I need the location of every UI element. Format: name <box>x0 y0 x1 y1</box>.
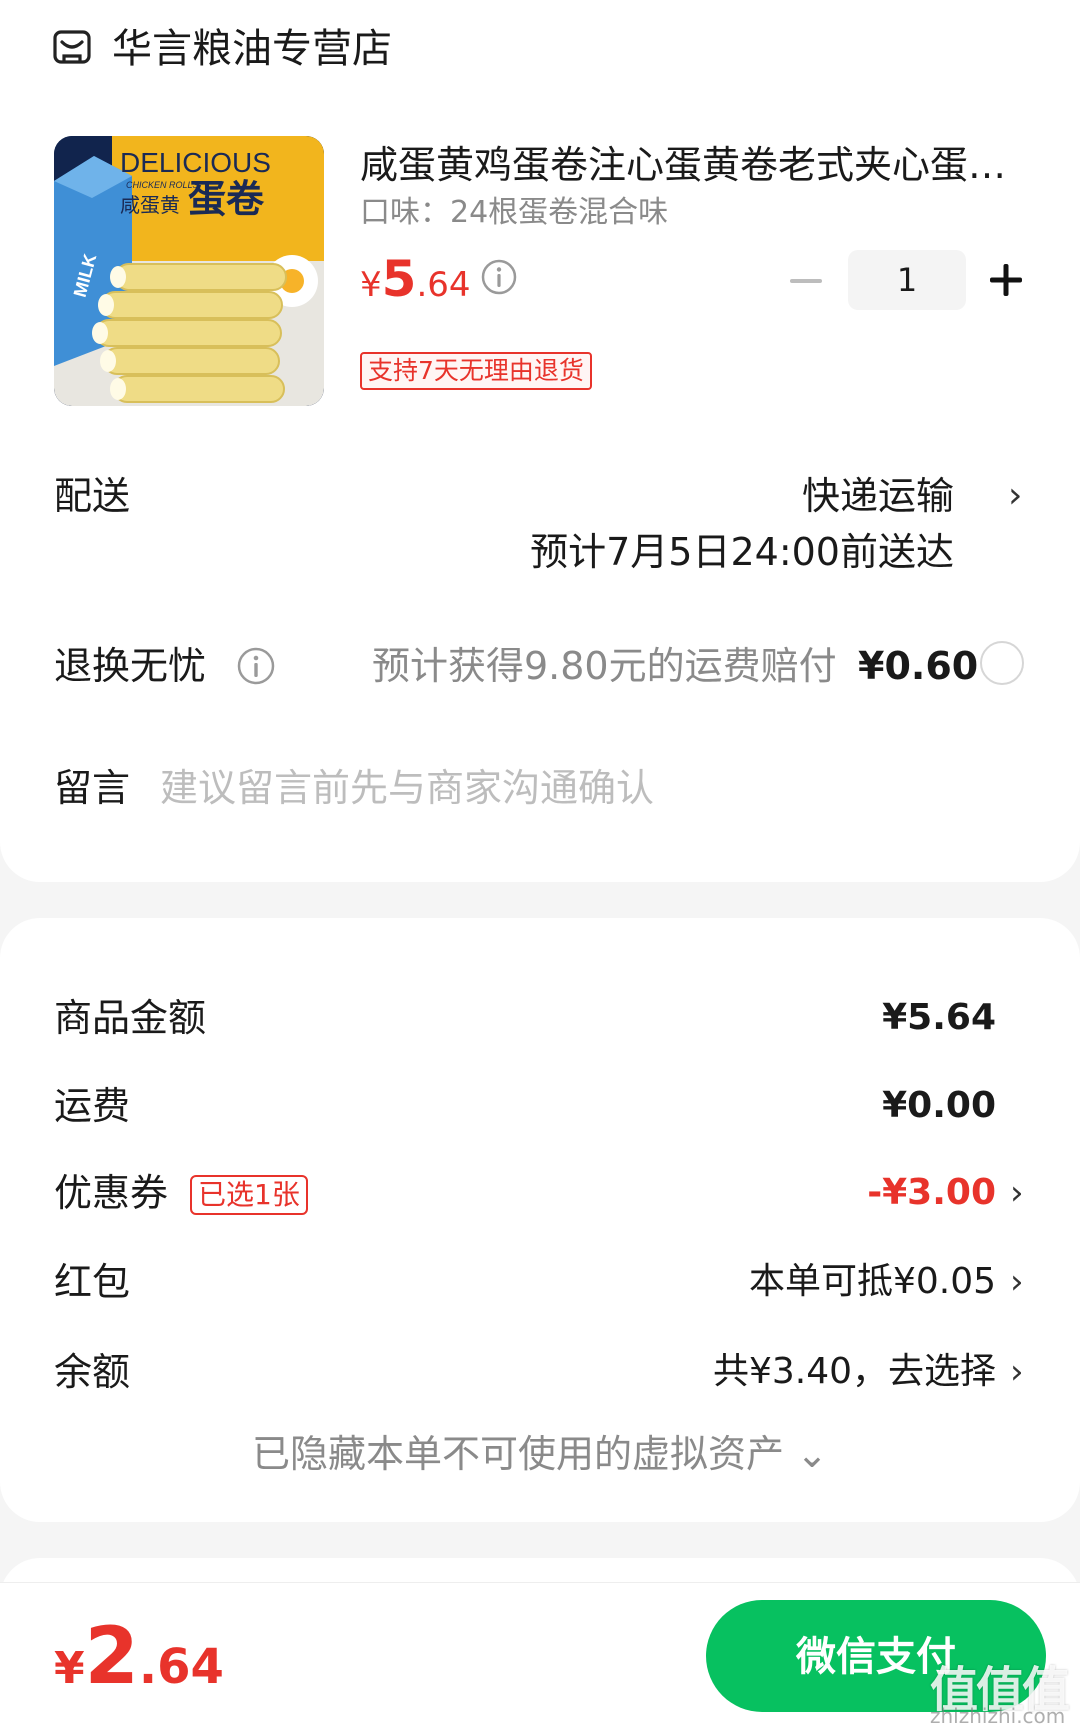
goods-amount-value: ¥5.64 <box>882 997 996 1038</box>
image-brand-text: DELICIOUS <box>120 147 271 178</box>
return-info-icon[interactable] <box>236 646 276 686</box>
balance-label[interactable]: 余额 <box>54 1346 130 1398</box>
price-int: 5 <box>381 250 417 308</box>
total-dec: .64 <box>138 1639 224 1695</box>
product-image[interactable]: DELICIOUS CHICKEN ROLLS 咸蛋黄 蛋卷 MILK <box>54 136 324 406</box>
redpacket-chevron-right-icon[interactable]: › <box>1010 1256 1024 1308</box>
total-currency: ¥ <box>54 1643 85 1694</box>
order-item-card <box>0 0 1080 882</box>
shipping-label: 配送 <box>54 474 131 518</box>
message-label: 留言 <box>54 766 131 810</box>
goods-amount-label: 商品金额 <box>54 996 207 1040</box>
price-dec: .64 <box>416 265 471 305</box>
coupon-selected-badge: 已选1张 <box>190 1175 308 1215</box>
price-currency: ¥ <box>360 265 382 305</box>
shipping-chevron-right-icon[interactable]: › <box>1008 470 1022 522</box>
quantity-input[interactable]: 1 <box>848 250 966 310</box>
return-insurance-price: ¥0.60 <box>858 644 979 688</box>
return-insurance-desc: 预计获得9.80元的运费赔付 <box>372 644 837 688</box>
image-cn-big: 蛋卷 <box>188 177 265 221</box>
price-info-icon[interactable] <box>480 258 518 296</box>
product-spec[interactable]: 口味：24根蛋卷混合味 <box>360 192 668 234</box>
image-cn-small: 咸蛋黄 <box>120 193 180 217</box>
balance-chevron-right-icon[interactable]: › <box>1010 1346 1024 1398</box>
freight-value: ¥0.00 <box>882 1085 996 1126</box>
total-int: 2 <box>84 1612 139 1702</box>
return-insurance-label: 退换无忧 <box>54 644 207 688</box>
store-icon <box>53 30 91 64</box>
message-input[interactable] <box>160 762 1020 814</box>
return-policy-badge: 支持7天无理由退货 <box>360 352 592 390</box>
product-title[interactable]: 咸蛋黄鸡蛋卷注心蛋黄卷老式夹心蛋… <box>360 140 1020 190</box>
redpacket-label[interactable]: 红包 <box>54 1256 130 1308</box>
watermark-url: zhizhizhi.com <box>930 1704 1066 1728</box>
balance-value[interactable]: 共¥3.40，去选择 <box>713 1346 996 1398</box>
redpacket-value[interactable]: 本单可抵¥0.05 <box>749 1256 996 1308</box>
shipping-eta: 预计7月5日24:00前送达 <box>530 530 954 574</box>
return-insurance-radio[interactable] <box>980 641 1024 685</box>
coupon-chevron-right-icon[interactable]: › <box>1010 1167 1024 1219</box>
coupon-value[interactable]: -¥3.00 <box>867 1167 996 1219</box>
shop-name[interactable]: 华言粮油专营店 <box>112 22 392 76</box>
product-price: ¥5.64 <box>360 250 471 320</box>
freight-label: 运费 <box>54 1084 131 1128</box>
total-price: ¥2.64 <box>54 1612 224 1723</box>
coupon-label[interactable]: 优惠券 <box>54 1167 168 1219</box>
quantity-decrease-button[interactable] <box>790 279 822 283</box>
quantity-increase-button[interactable] <box>988 262 1024 298</box>
shipping-method[interactable]: 快递运输 <box>802 470 954 522</box>
hidden-assets-toggle[interactable]: 已隐藏本单不可使用的虚拟资产 ⌄ <box>0 1428 1080 1480</box>
